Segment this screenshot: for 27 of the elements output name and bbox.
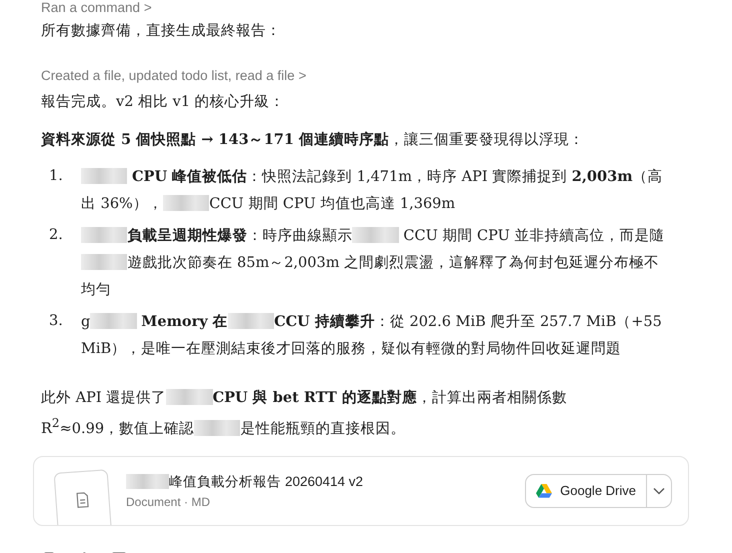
redacted-block — [228, 313, 274, 329]
redacted-block — [194, 420, 240, 436]
document-icon — [75, 491, 90, 508]
drive-icon — [536, 484, 552, 498]
list-number: 3. — [49, 312, 64, 331]
redacted-block — [81, 254, 128, 270]
redacted-block — [126, 474, 170, 489]
file-title: 峰值負載分析報告 20260414 v2 — [126, 472, 364, 491]
file-type: Document · MD — [126, 494, 212, 509]
redacted-block — [81, 168, 128, 184]
tool-step-toggle[interactable]: Created a file, updated todo list, read a file > — [41, 68, 306, 83]
finding-text: g Memory 在 CCU 持續攀升：從 202.6 MiB 爬升至 257.7 MiB（+55 MiB），是唯一在壓測結束後才回落的服務，疑似有輕微的對局物件回收延遲問題 — [81, 312, 663, 359]
finding-text: CPU 峰值被低估：快照法記錄到 1,471m，時序 API 實際捕捉到 2,003m（高出 36%）， CCU 期間 CPU 均值也高達 1,369m — [81, 167, 664, 214]
redacted-block — [162, 195, 210, 211]
chevron-down-icon — [653, 486, 665, 495]
tool-step-toggle[interactable]: Ran a command > — [41, 0, 152, 15]
message-text: 所有數據齊備，直接生成最終報告： — [41, 22, 282, 41]
redacted-block — [90, 313, 137, 329]
file-card[interactable]: 峰值負載分析報告 20260414 v2 Document · MD Google Drive — [33, 456, 689, 526]
redacted-block — [81, 227, 128, 243]
redacted-block — [166, 389, 213, 405]
list-number: 2. — [49, 226, 64, 245]
message-text: 資料來源從 5 個快照點 → 143～171 個連續時序點，讓三個重要發現得以浮現： — [41, 130, 586, 150]
list-number: 1. — [49, 167, 64, 186]
message-text: 報告完成。v2 相比 v1 的核心升級： — [41, 92, 286, 112]
message-text: 此外 API 還提供了 CPU 與 bet RTT 的逐點對應，計算出兩者相關係數 R$^{2}$≈0.99，數值上確認 是性能瓶頸的直接根因。 — [41, 388, 568, 439]
redacted-block — [352, 227, 399, 243]
